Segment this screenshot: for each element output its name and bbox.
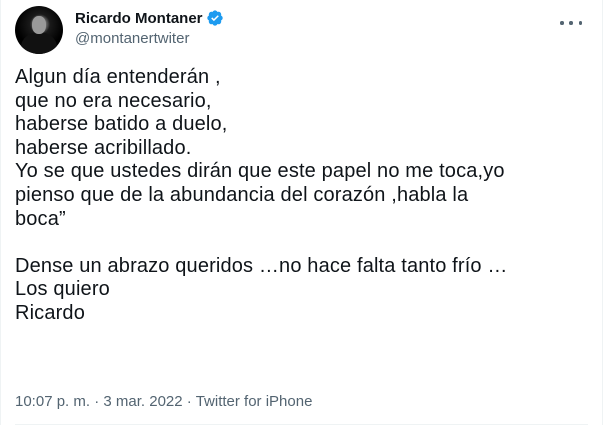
tweet-text-line: que no era necesario,: [15, 89, 212, 112]
more-dot: [569, 21, 573, 25]
tweet-text-line: haberse acribillado.: [15, 136, 192, 159]
more-dot: [560, 21, 564, 25]
tweet-text-line: Yo se que ustedes dirán que este papel n…: [15, 160, 505, 183]
tweet-text-line: Algun día entenderán ,: [15, 66, 221, 88]
tweet-source-link[interactable]: Twitter for iPhone: [196, 393, 313, 410]
author-info: Ricardo Montaner @montanertwiter: [75, 7, 224, 47]
tweet-card: Ricardo Montaner @montanertwiter Algun d…: [0, 0, 603, 425]
tweet-text-line: Los quiero: [15, 278, 110, 301]
tweet-text-line: Dense un abrazo queridos …no hace falta …: [15, 254, 508, 277]
avatar[interactable]: [15, 6, 63, 54]
tweet-text: Algun día entenderán , que no era necesa…: [15, 66, 590, 326]
verified-badge-icon: [206, 10, 223, 26]
tweet-text-line: pienso que de la abundancia del corazón …: [15, 183, 469, 206]
tweet-header: Ricardo Montaner @montanertwiter: [15, 6, 590, 54]
tweet-date: 3 mar. 2022: [103, 393, 183, 410]
avatar-shoulders: [21, 32, 57, 54]
tweet-time: 10:07 p. m.: [15, 393, 91, 410]
more-dot: [578, 21, 582, 25]
tweet-text-line: haberse batido a duelo,: [15, 113, 228, 136]
author-handle[interactable]: @montanertwiter: [75, 30, 224, 47]
meta-separator: ·: [94, 393, 100, 410]
avatar-face: [32, 16, 46, 34]
name-row: Ricardo Montaner: [75, 7, 224, 29]
tweet-metadata: 10:07 p. m. · 3 mar. 2022 · Twitter for …: [15, 393, 312, 410]
tweet-timestamp-link[interactable]: 10:07 p. m. · 3 mar. 2022: [15, 393, 183, 410]
tweet-text-line: Ricardo: [15, 301, 85, 324]
author-display-name[interactable]: Ricardo Montaner: [75, 10, 203, 27]
meta-separator: ·: [186, 393, 192, 410]
tweet-text-line: boca”: [15, 207, 66, 230]
more-options-icon[interactable]: [560, 12, 582, 34]
tweet-text-line: [15, 231, 590, 255]
